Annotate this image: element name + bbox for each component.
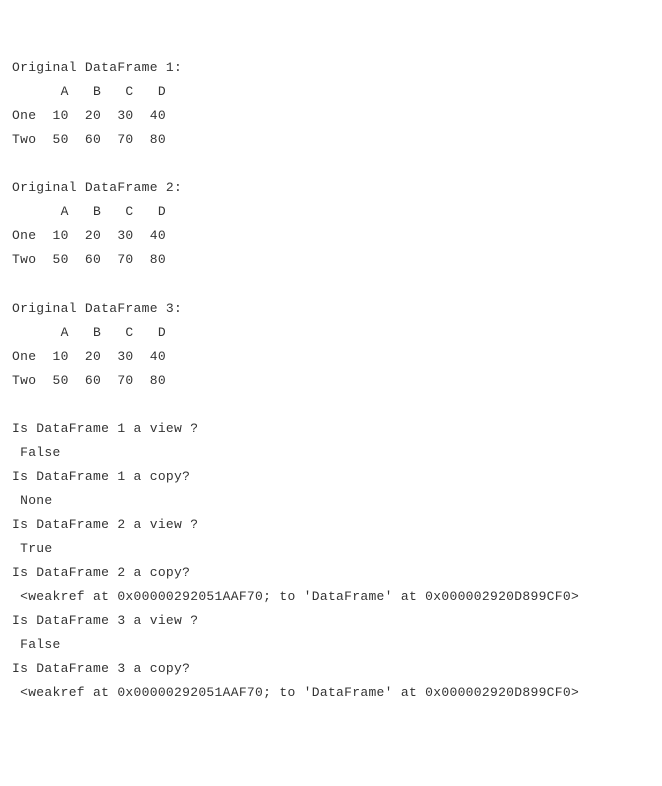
df1-title: Original DataFrame 1: [12, 56, 650, 80]
df1-row-two: Two 50 60 70 80 [12, 128, 650, 152]
a-df1-view: False [12, 441, 650, 465]
q-df1-view: Is DataFrame 1 a view ? [12, 417, 650, 441]
df1-header: A B C D [12, 80, 650, 104]
df2-header: A B C D [12, 200, 650, 224]
q-df2-view: Is DataFrame 2 a view ? [12, 513, 650, 537]
df3-row-one: One 10 20 30 40 [12, 345, 650, 369]
q-df2-copy: Is DataFrame 2 a copy? [12, 561, 650, 585]
a-df2-copy: <weakref at 0x00000292051AAF70; to 'Data… [12, 585, 650, 609]
df2-title: Original DataFrame 2: [12, 176, 650, 200]
df2-row-one: One 10 20 30 40 [12, 224, 650, 248]
df2-row-two: Two 50 60 70 80 [12, 248, 650, 272]
df3-row-two: Two 50 60 70 80 [12, 369, 650, 393]
df3-header: A B C D [12, 321, 650, 345]
q-df1-copy: Is DataFrame 1 a copy? [12, 465, 650, 489]
q-df3-copy: Is DataFrame 3 a copy? [12, 657, 650, 681]
df1-row-one: One 10 20 30 40 [12, 104, 650, 128]
a-df2-view: True [12, 537, 650, 561]
df3-title: Original DataFrame 3: [12, 297, 650, 321]
a-df1-copy: None [12, 489, 650, 513]
q-df3-view: Is DataFrame 3 a view ? [12, 609, 650, 633]
a-df3-copy: <weakref at 0x00000292051AAF70; to 'Data… [12, 681, 650, 705]
a-df3-view: False [12, 633, 650, 657]
